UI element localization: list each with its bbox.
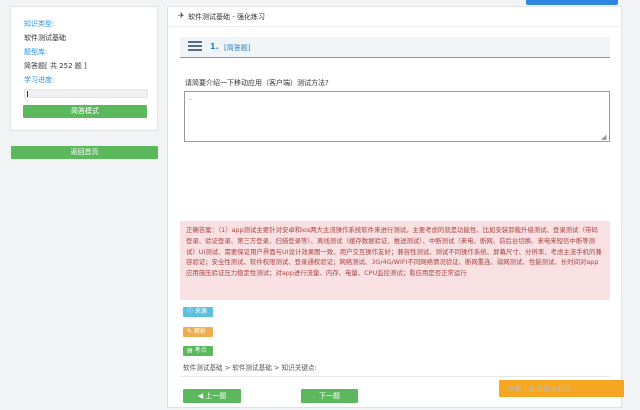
- prev-button[interactable]: ◀ 上一题: [183, 389, 241, 403]
- main-panel: ✈ 软件测试基础 - 强化练习 1. [简答题] 请简要介绍一下移动应用（客户端…: [167, 6, 622, 408]
- resize-grip-icon[interactable]: ◢: [601, 133, 609, 141]
- knowledge-type-label: 知识类型:: [24, 20, 55, 28]
- page-title: 软件测试基础 - 强化练习: [188, 13, 265, 21]
- source-label: 来源: [194, 308, 207, 315]
- sidebar-card: 知识类型: 软件测试基础 题型库: 简答题[ 共 252 题 ] 学习进度: 简…: [10, 6, 158, 131]
- answer-textarea[interactable]: [184, 91, 610, 142]
- source-button[interactable]: ⓘ 来源: [183, 307, 213, 317]
- question-bank-label: 题型库:: [24, 48, 48, 56]
- breadcrumb: 软件测试基础 > 软件测试基础 > 知识关键点:: [183, 364, 317, 372]
- progress-caret: [27, 91, 28, 97]
- question-header: 1. [简答题]: [180, 37, 610, 57]
- book-icon: ▤: [187, 347, 195, 354]
- question-bank-value: 简答题[ 共 252 题 ]: [24, 62, 87, 70]
- question-divider: [180, 57, 610, 58]
- progress-bar: [24, 89, 148, 98]
- main-header: ✈ 软件测试基础 - 强化练习: [168, 7, 621, 27]
- mode-button[interactable]: 简答模式: [23, 105, 147, 118]
- next-label: 下一题: [319, 392, 340, 400]
- prev-label: 上一题: [205, 392, 227, 400]
- knowledge-type-value: 软件测试基础: [24, 34, 66, 42]
- edit-icon: ✎: [187, 328, 194, 335]
- correct-answer: 正确答案：（1）app测试主要针对安卓和ios两大主流操作系统软件来进行测试。主…: [180, 221, 610, 300]
- bottom-divider: [180, 376, 610, 377]
- back-home-button[interactable]: 返回首页: [11, 146, 158, 159]
- analysis-label: 解析: [193, 328, 206, 335]
- top-right-strip: [526, 0, 618, 5]
- analysis-button[interactable]: ✎ 解析: [183, 327, 213, 337]
- progress-label: 学习进度:: [24, 76, 55, 84]
- point-label: 考点: [194, 347, 207, 354]
- paper-plane-icon: ✈: [178, 11, 185, 20]
- point-button[interactable]: ▤ 考点: [183, 346, 213, 356]
- info-icon: ⓘ: [187, 308, 195, 315]
- question-number: 1.: [210, 42, 219, 51]
- next-button[interactable]: 下一题: [301, 389, 358, 403]
- watermark-text: @稀土掘金技术社区: [508, 385, 571, 393]
- list-icon: [188, 41, 202, 54]
- question-type: [简答题]: [224, 44, 251, 52]
- question-text: 请简要介绍一下移动应用（客户端）测试方法?: [185, 79, 329, 87]
